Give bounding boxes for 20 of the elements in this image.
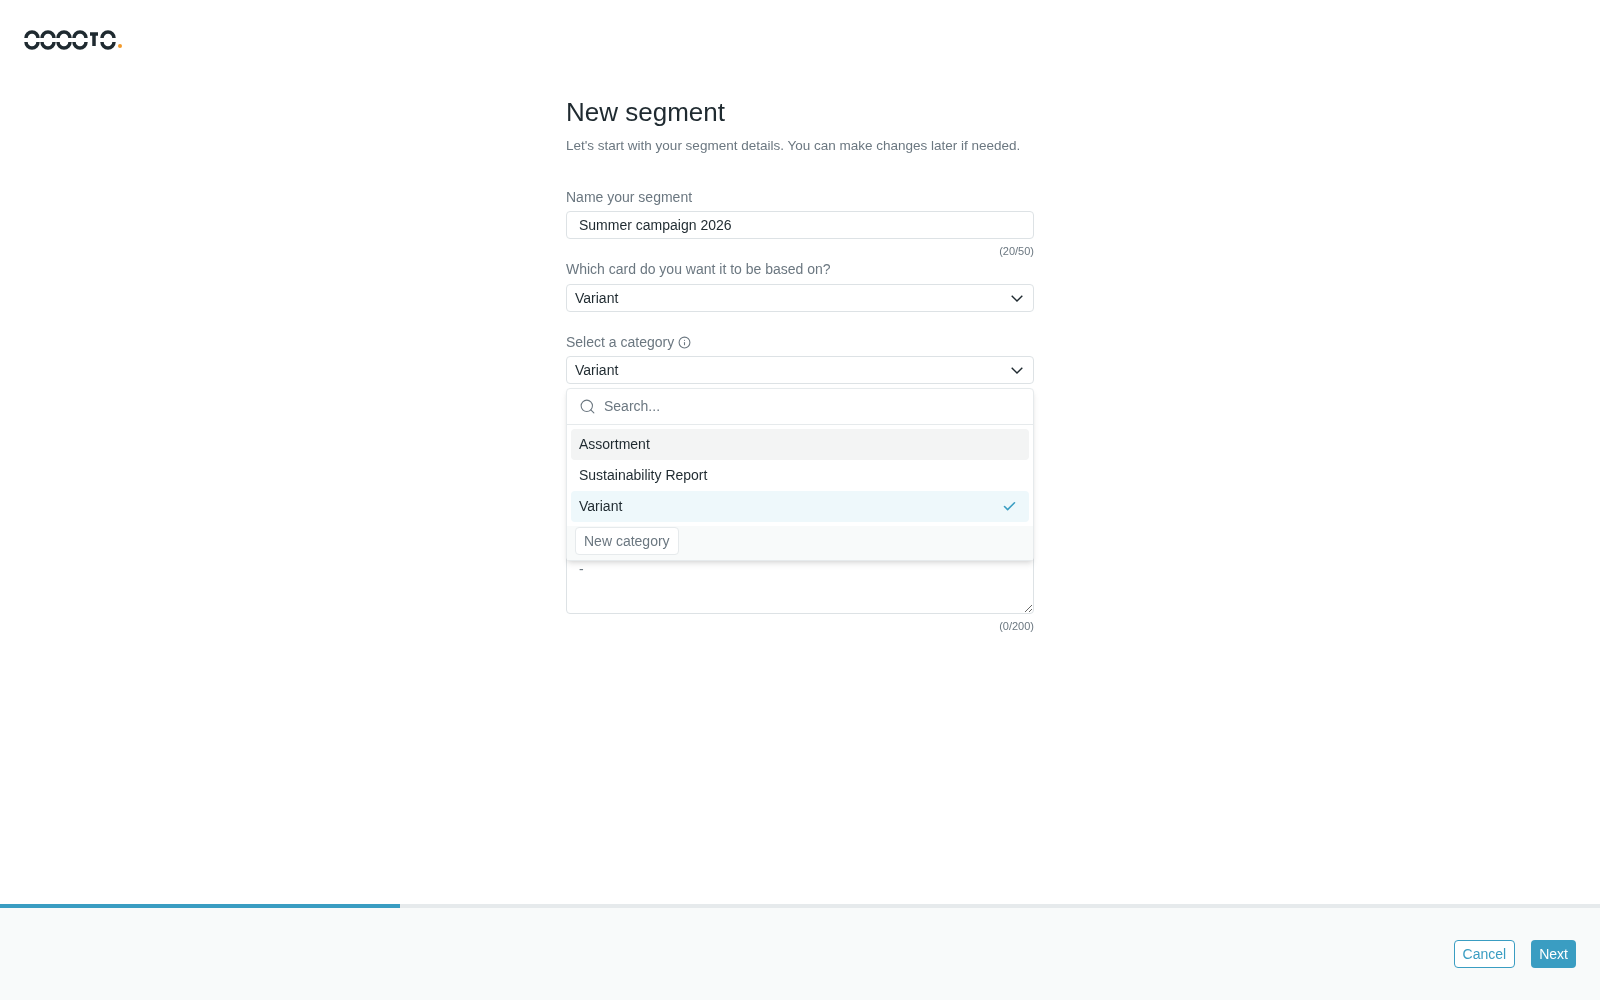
name-field[interactable]: Summer campaign 2026 (566, 211, 1034, 239)
dropdown-option[interactable]: Variant (571, 491, 1029, 522)
page-title: New segment (566, 96, 726, 128)
dropdown-option[interactable]: Sustainability Report (571, 460, 1029, 491)
field-label: Select a category (566, 333, 675, 352)
new-category-button[interactable]: New category (575, 527, 679, 555)
field-label: Name your segment (566, 188, 694, 207)
category-select[interactable]: Variant (566, 356, 1034, 384)
dropdown-option[interactable]: Assortment (571, 429, 1029, 460)
chevron-icon (1011, 294, 1023, 302)
search-icon (579, 398, 596, 415)
page-subtitle: Let's start with your segment details. You can make changes later if needed. (566, 137, 1022, 155)
info-icon (678, 335, 692, 349)
logo-icon (24, 30, 124, 50)
card-select[interactable]: Variant (566, 284, 1034, 312)
character-counter: (0/200) (999, 619, 1034, 634)
search-field[interactable]: Search... (604, 396, 1021, 417)
character-counter: (20/50) (999, 244, 1034, 259)
chevron-icon (1011, 366, 1023, 374)
field-label: Which card do you want it to be based on? (566, 260, 832, 279)
